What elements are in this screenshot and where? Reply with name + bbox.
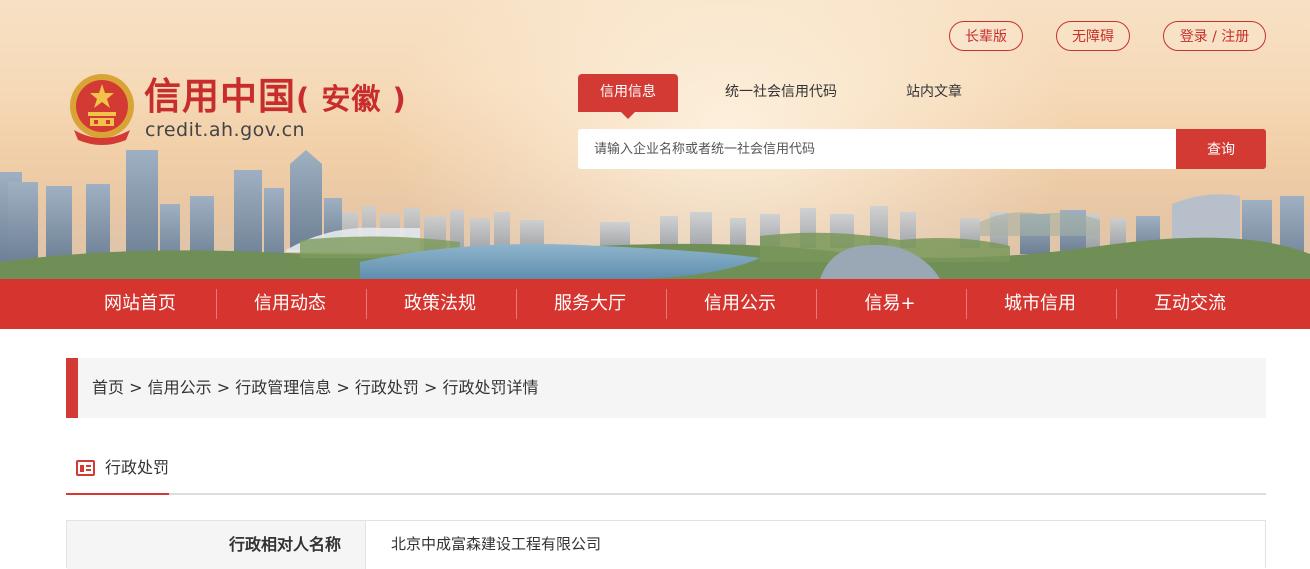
search-button[interactable]: 查询 <box>1176 129 1266 169</box>
site-url: credit.ah.gov.cn <box>145 119 306 141</box>
section-divider <box>66 493 1266 495</box>
breadcrumb-separator: > <box>216 378 231 397</box>
nav-item-credit-publicity[interactable]: 信用公示 <box>665 279 815 329</box>
nav-item-city-credit[interactable]: 城市信用 <box>965 279 1115 329</box>
site-title-region: ( 安徽 ) <box>296 82 407 116</box>
accessibility-button[interactable]: 无障碍 <box>1056 21 1130 51</box>
breadcrumb-separator: > <box>336 378 350 397</box>
nav-item-interaction[interactable]: 互动交流 <box>1115 279 1265 329</box>
section-divider-active <box>66 493 169 495</box>
tab-credit-code[interactable]: 统一社会信用代码 <box>712 74 850 112</box>
national-emblem-logo <box>70 74 134 145</box>
breadcrumb-credit-publicity[interactable]: 信用公示 <box>148 358 212 418</box>
detail-value: 北京中成富森建设工程有限公司 <box>391 535 602 553</box>
login-register-button[interactable]: 登录 / 注册 <box>1163 21 1266 51</box>
nav-item-service-hall[interactable]: 服务大厅 <box>515 279 665 329</box>
tab-site-articles[interactable]: 站内文章 <box>890 74 978 112</box>
detail-label: 行政相对人名称 <box>67 521 366 569</box>
main-nav: 网站首页 信用动态 政策法规 服务大厅 信用公示 信易+ 城市信用 互动交流 <box>0 279 1310 329</box>
breadcrumb-separator: > <box>129 378 143 397</box>
nav-item-xinyi-plus[interactable]: 信易+ <box>815 279 965 329</box>
tab-credit-info[interactable]: 信用信息 <box>578 74 678 119</box>
search-input[interactable] <box>578 129 1176 169</box>
breadcrumb-admin-penalty[interactable]: 行政处罚 <box>355 358 419 418</box>
breadcrumb-admin-info[interactable]: 行政管理信息 <box>235 358 331 418</box>
section-title: 行政处罚 <box>105 458 170 477</box>
detail-table: 行政相对人名称 北京中成富森建设工程有限公司 <box>66 520 1266 569</box>
site-title-main: 信用中国 <box>144 75 296 118</box>
breadcrumb-separator: > <box>423 378 438 397</box>
nav-item-policy[interactable]: 政策法规 <box>365 279 515 329</box>
breadcrumb-trail: 首页 > 信用公示 > 行政管理信息 > 行政处罚 > 行政处罚详情 <box>92 358 538 418</box>
breadcrumb: 首页 > 信用公示 > 行政管理信息 > 行政处罚 > 行政处罚详情 <box>66 358 1266 418</box>
nav-item-home[interactable]: 网站首页 <box>65 279 215 329</box>
elder-mode-button[interactable]: 长辈版 <box>949 21 1023 51</box>
document-list-icon <box>76 460 95 476</box>
breadcrumb-home[interactable]: 首页 <box>92 358 124 418</box>
header-banner: 信用中国( 安徽 ) credit.ah.gov.cn 长辈版 无障碍 登录 /… <box>0 0 1310 279</box>
breadcrumb-current: 行政处罚详情 <box>442 378 539 397</box>
nav-item-credit-news[interactable]: 信用动态 <box>215 279 365 329</box>
breadcrumb-accent-bar <box>66 358 78 418</box>
site-title: 信用中国( 安徽 ) <box>144 74 407 122</box>
